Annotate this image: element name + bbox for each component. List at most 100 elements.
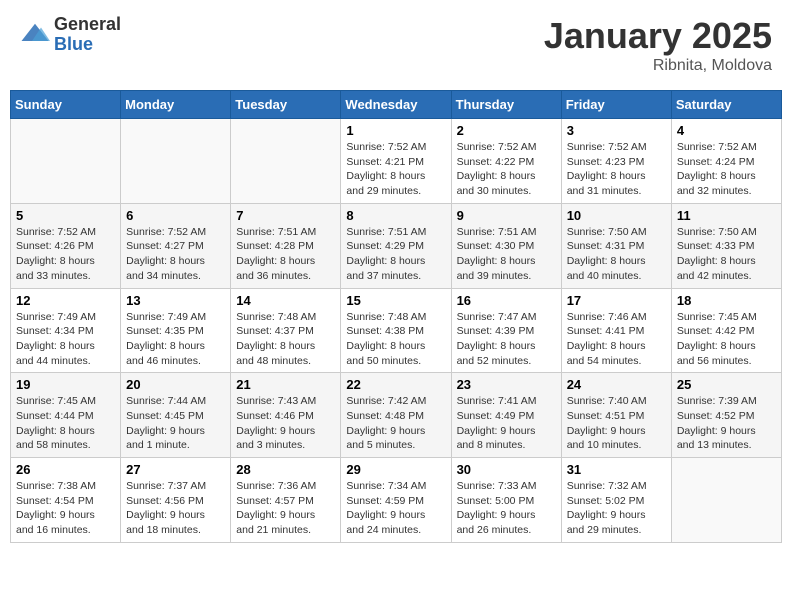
week-row-3: 12 Sunrise: 7:49 AMSunset: 4:34 PMDayligh… (11, 288, 782, 373)
calendar-cell: 13Sunrise: 7:49 AMSunset: 4:35 PMDayligh… (121, 288, 231, 373)
calendar-cell: 2Sunrise: 7:52 AMSunset: 4:22 PMDaylight… (451, 119, 561, 204)
calendar-cell: 10 Sunrise: 7:50 AMSunset: 4:31 PMDayligh… (561, 203, 671, 288)
week-row-1: 1 Sunrise: 7:52 AMSunset: 4:21 PMDaylight… (11, 119, 782, 204)
day-info: Sunrise: 7:36 AMSunset: 4:57 PMDaylight:… (236, 479, 335, 538)
calendar-cell: 22Sunrise: 7:42 AMSunset: 4:48 PMDayligh… (341, 373, 451, 458)
day-number: 25 (677, 377, 776, 392)
day-number: 26 (16, 462, 115, 477)
calendar-cell: 14 Sunrise: 7:48 AMSunset: 4:37 PMDayligh… (231, 288, 341, 373)
day-number: 27 (126, 462, 225, 477)
logo-icon (20, 20, 50, 50)
day-number: 3 (567, 123, 666, 138)
day-info: Sunrise: 7:34 AMSunset: 4:59 PMDaylight:… (346, 479, 445, 538)
calendar-table: SundayMondayTuesdayWednesdayThursdayFrid… (10, 90, 782, 543)
day-info: Sunrise: 7:52 AMSunset: 4:26 PMDaylight:… (16, 225, 115, 284)
day-number: 8 (346, 208, 445, 223)
day-number: 5 (16, 208, 115, 223)
day-info: Sunrise: 7:49 AMSunset: 4:34 PMDaylight:… (16, 310, 115, 369)
day-info: Sunrise: 7:52 AMSunset: 4:24 PMDaylight:… (677, 140, 776, 199)
week-row-5: 26 Sunrise: 7:38 AMSunset: 4:54 PMDayligh… (11, 458, 782, 543)
day-info: Sunrise: 7:43 AMSunset: 4:46 PMDaylight:… (236, 394, 335, 453)
day-number: 19 (16, 377, 115, 392)
day-info: Sunrise: 7:51 AMSunset: 4:30 PMDaylight:… (457, 225, 556, 284)
calendar-cell: 25 Sunrise: 7:39 AMSunset: 4:52 PMDayligh… (671, 373, 781, 458)
weekday-tuesday: Tuesday (231, 91, 341, 119)
day-number: 1 (346, 123, 445, 138)
day-info: Sunrise: 7:46 AMSunset: 4:41 PMDaylight:… (567, 310, 666, 369)
day-number: 22 (346, 377, 445, 392)
calendar-cell: 11 Sunrise: 7:50 AMSunset: 4:33 PMDayligh… (671, 203, 781, 288)
calendar-cell (11, 119, 121, 204)
day-info: Sunrise: 7:45 AMSunset: 4:42 PMDaylight:… (677, 310, 776, 369)
day-info: Sunrise: 7:51 AMSunset: 4:29 PMDaylight:… (346, 225, 445, 284)
day-info: Sunrise: 7:33 AMSunset: 5:00 PMDaylight:… (457, 479, 556, 538)
day-number: 21 (236, 377, 335, 392)
weekday-header-row: SundayMondayTuesdayWednesdayThursdayFrid… (11, 91, 782, 119)
calendar-cell: 16 Sunrise: 7:47 AMSunset: 4:39 PMDayligh… (451, 288, 561, 373)
day-number: 12 (16, 293, 115, 308)
day-number: 24 (567, 377, 666, 392)
calendar-body: 1 Sunrise: 7:52 AMSunset: 4:21 PMDaylight… (11, 119, 782, 543)
day-number: 29 (346, 462, 445, 477)
day-number: 10 (567, 208, 666, 223)
day-info: Sunrise: 7:38 AMSunset: 4:54 PMDaylight:… (16, 479, 115, 538)
weekday-saturday: Saturday (671, 91, 781, 119)
calendar-cell: 20Sunrise: 7:44 AMSunset: 4:45 PMDayligh… (121, 373, 231, 458)
day-info: Sunrise: 7:51 AMSunset: 4:28 PMDaylight:… (236, 225, 335, 284)
day-number: 2 (457, 123, 556, 138)
weekday-monday: Monday (121, 91, 231, 119)
calendar-cell: 6Sunrise: 7:52 AMSunset: 4:27 PMDaylight… (121, 203, 231, 288)
calendar-cell: 17Sunrise: 7:46 AMSunset: 4:41 PMDayligh… (561, 288, 671, 373)
day-info: Sunrise: 7:32 AMSunset: 5:02 PMDaylight:… (567, 479, 666, 538)
day-info: Sunrise: 7:49 AMSunset: 4:35 PMDaylight:… (126, 310, 225, 369)
calendar-cell: 28Sunrise: 7:36 AMSunset: 4:57 PMDayligh… (231, 458, 341, 543)
calendar-cell: 15Sunrise: 7:48 AMSunset: 4:38 PMDayligh… (341, 288, 451, 373)
day-number: 23 (457, 377, 556, 392)
day-number: 9 (457, 208, 556, 223)
day-info: Sunrise: 7:50 AMSunset: 4:33 PMDaylight:… (677, 225, 776, 284)
day-info: Sunrise: 7:45 AMSunset: 4:44 PMDaylight:… (16, 394, 115, 453)
weekday-thursday: Thursday (451, 91, 561, 119)
calendar-subtitle: Ribnita, Moldova (544, 57, 772, 75)
logo: General Blue (20, 15, 121, 55)
day-number: 16 (457, 293, 556, 308)
day-info: Sunrise: 7:41 AMSunset: 4:49 PMDaylight:… (457, 394, 556, 453)
day-info: Sunrise: 7:48 AMSunset: 4:37 PMDaylight:… (236, 310, 335, 369)
calendar-cell: 30 Sunrise: 7:33 AMSunset: 5:00 PMDayligh… (451, 458, 561, 543)
day-info: Sunrise: 7:39 AMSunset: 4:52 PMDaylight:… (677, 394, 776, 453)
day-info: Sunrise: 7:47 AMSunset: 4:39 PMDaylight:… (457, 310, 556, 369)
weekday-wednesday: Wednesday (341, 91, 451, 119)
day-info: Sunrise: 7:52 AMSunset: 4:21 PMDaylight:… (346, 140, 445, 199)
day-number: 15 (346, 293, 445, 308)
calendar-cell: 19 Sunrise: 7:45 AMSunset: 4:44 PMDayligh… (11, 373, 121, 458)
logo-general-text: General (54, 15, 121, 35)
day-number: 4 (677, 123, 776, 138)
day-info: Sunrise: 7:40 AMSunset: 4:51 PMDaylight:… (567, 394, 666, 453)
calendar-title: January 2025 (544, 15, 772, 57)
day-info: Sunrise: 7:44 AMSunset: 4:45 PMDaylight:… (126, 394, 225, 453)
calendar-cell: 9 Sunrise: 7:51 AMSunset: 4:30 PMDaylight… (451, 203, 561, 288)
calendar-cell: 23 Sunrise: 7:41 AMSunset: 4:49 PMDayligh… (451, 373, 561, 458)
calendar-cell: 3Sunrise: 7:52 AMSunset: 4:23 PMDaylight… (561, 119, 671, 204)
week-row-2: 5 Sunrise: 7:52 AMSunset: 4:26 PMDaylight… (11, 203, 782, 288)
calendar-cell: 8 Sunrise: 7:51 AMSunset: 4:29 PMDaylight… (341, 203, 451, 288)
weekday-sunday: Sunday (11, 91, 121, 119)
calendar-cell: 29 Sunrise: 7:34 AMSunset: 4:59 PMDayligh… (341, 458, 451, 543)
calendar-cell: 5 Sunrise: 7:52 AMSunset: 4:26 PMDaylight… (11, 203, 121, 288)
day-number: 7 (236, 208, 335, 223)
page-header: General Blue January 2025 Ribnita, Moldo… (10, 10, 782, 80)
day-number: 14 (236, 293, 335, 308)
calendar-cell (671, 458, 781, 543)
calendar-cell: 24 Sunrise: 7:40 AMSunset: 4:51 PMDayligh… (561, 373, 671, 458)
calendar-cell: 26 Sunrise: 7:38 AMSunset: 4:54 PMDayligh… (11, 458, 121, 543)
day-number: 18 (677, 293, 776, 308)
calendar-cell: 21 Sunrise: 7:43 AMSunset: 4:46 PMDayligh… (231, 373, 341, 458)
calendar-cell (231, 119, 341, 204)
day-info: Sunrise: 7:50 AMSunset: 4:31 PMDaylight:… (567, 225, 666, 284)
calendar-cell: 12 Sunrise: 7:49 AMSunset: 4:34 PMDayligh… (11, 288, 121, 373)
day-number: 11 (677, 208, 776, 223)
calendar-cell: 27Sunrise: 7:37 AMSunset: 4:56 PMDayligh… (121, 458, 231, 543)
calendar-cell: 1 Sunrise: 7:52 AMSunset: 4:21 PMDaylight… (341, 119, 451, 204)
day-number: 30 (457, 462, 556, 477)
calendar-cell: 31Sunrise: 7:32 AMSunset: 5:02 PMDayligh… (561, 458, 671, 543)
